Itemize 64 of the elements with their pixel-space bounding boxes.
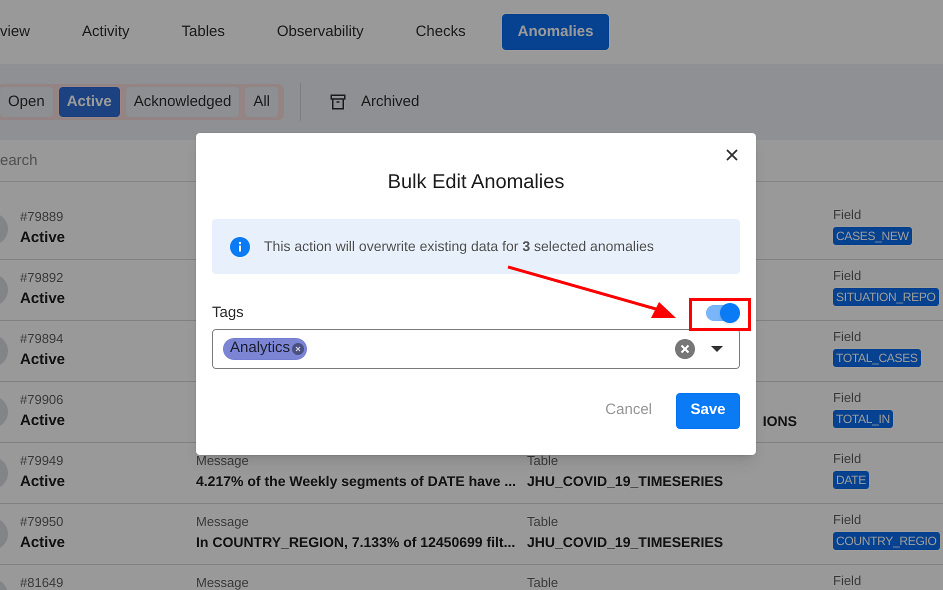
clear-icon — [675, 338, 695, 358]
message-text: 4.217% of the Weekly segments of DATE have ... — [196, 472, 518, 491]
nav-tab[interactable]: view — [0, 14, 46, 50]
anomaly-id: #79949 — [20, 452, 64, 470]
nav-tab[interactable]: Activity — [66, 14, 146, 50]
table-label: Table — [527, 513, 560, 531]
field-label: Field — [833, 572, 862, 590]
table-label: Table — [527, 452, 560, 470]
field-tag: TOTAL_CASES — [833, 348, 921, 366]
close-icon — [726, 149, 738, 161]
archived-button[interactable]: Archived — [328, 90, 420, 114]
field-label: Field — [833, 328, 862, 346]
nav-tab[interactable]: Anomalies — [502, 14, 610, 50]
message-label: Message — [196, 574, 250, 590]
field-tag: TOTAL_IN — [833, 410, 893, 428]
tag-chip: Analytics — [223, 338, 308, 360]
table-name: JHU_COVID_19_TIMESERIES — [527, 532, 724, 552]
anomaly-status: Active — [20, 532, 66, 552]
close-button[interactable] — [724, 147, 740, 163]
field-tag: COUNTRY_REGIO — [833, 532, 940, 550]
info-text: This action will overwrite existing data for 3 selected anomalies — [264, 237, 654, 256]
anomaly-id: #79892 — [20, 269, 64, 287]
tags-select[interactable]: Analytics — [212, 328, 740, 368]
table-name: IONS — [762, 412, 797, 431]
info-icon — [230, 236, 250, 256]
anomaly-id: #79950 — [20, 513, 64, 531]
field-label: Field — [833, 206, 862, 224]
field-tag: CASES_NEW — [833, 226, 912, 244]
table-label: Table — [527, 574, 560, 590]
status-filter[interactable]: Open — [0, 87, 53, 117]
anomaly-status: Active — [20, 228, 66, 248]
anomaly-id: #79894 — [20, 330, 64, 348]
cancel-button[interactable]: Cancel — [597, 392, 660, 428]
highlight-rectangle — [689, 298, 751, 331]
archive-icon — [328, 93, 347, 111]
nav-tab[interactable]: Observability — [260, 14, 380, 50]
nav-tab[interactable]: Checks — [400, 14, 482, 50]
status-filter[interactable]: Acknowledged — [126, 87, 240, 117]
caret-icon — [711, 346, 723, 352]
tags-toggle[interactable] — [706, 304, 738, 320]
status-filter[interactable]: Active — [58, 87, 120, 117]
table-name: JHU_COVID_19_TIMESERIES — [527, 472, 724, 490]
anomaly-status: Active — [20, 472, 66, 492]
nav-tab[interactable]: Tables — [166, 14, 241, 50]
anomaly-id: #79889 — [20, 208, 64, 226]
anomaly-status: Active — [20, 288, 66, 308]
anomaly-id: #81649 — [20, 574, 64, 590]
anomaly-status: Active — [20, 350, 66, 370]
field-tag: DATE — [833, 470, 869, 488]
anomaly-status: Active — [20, 410, 66, 430]
save-button[interactable]: Save — [676, 392, 740, 428]
message-label: Message — [196, 452, 250, 470]
anomaly-id: #79906 — [20, 391, 64, 409]
status-filter[interactable]: All — [245, 87, 278, 117]
field-label: Field — [833, 511, 862, 529]
field-tag: SITUATION_REPO — [833, 288, 939, 306]
field-label: Field — [833, 389, 862, 407]
field-label: Field — [833, 267, 862, 285]
message-text: In COUNTRY_REGION, 7.133% of 12450699 filt... — [196, 532, 516, 552]
message-label: Message — [196, 513, 250, 531]
modal-title: Bulk Edit Anomalies — [388, 170, 564, 195]
tags-label: Tags — [212, 303, 244, 323]
field-label: Field — [833, 450, 862, 468]
remove-icon — [292, 342, 304, 354]
